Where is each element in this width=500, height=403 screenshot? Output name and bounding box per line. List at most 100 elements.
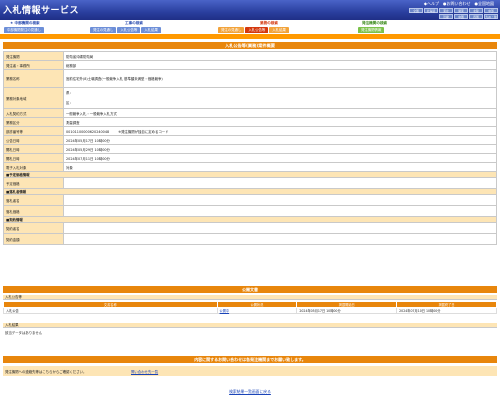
detail-row: 部診番号等 00101100000620240048 ※発注機関が独自に定めるコ… <box>3 126 497 136</box>
region-button[interactable]: 近畿 <box>439 14 453 19</box>
row-value: 宮前住宅外(8)土壌調査(一般競争入札 基準額未満型・価格競争) <box>63 69 497 88</box>
doc-status-link[interactable]: 公開中 <box>220 309 230 313</box>
row-label: 予定価格 <box>3 177 64 189</box>
table-row: 入札公告 公開中 2024年05月17日 10時00分 2024年07月10日 … <box>3 307 497 314</box>
tab-koji-koukoku[interactable]: 入札公告等 <box>117 27 141 33</box>
row-value: 防衛省沖縄防衛局 <box>63 51 497 61</box>
tab-koji-kekka[interactable]: 入札結果 <box>141 27 161 33</box>
gyomu-heading: 業務の検索 <box>260 21 278 25</box>
detail-row: 開札日時 2024年05月29日 10時00分 <box>3 144 497 154</box>
row-value: 2024年05月17日 10時00分 <box>63 135 497 145</box>
doc-status: 公開中 <box>216 307 298 314</box>
detail-row: 予定価格 <box>3 177 497 189</box>
row-value <box>63 194 497 206</box>
row-value: 一般競争入札・一般競争入札方式 <box>63 108 497 118</box>
tab-kikan-info[interactable]: 発注機関情報 <box>358 27 385 33</box>
row-label: 部診番号等 <box>3 126 64 136</box>
category-nav: ★ 中部機関の検索 中部機関発注の見通し 工事の検索 発注の見通し 入札公告等 … <box>0 20 500 35</box>
row-label: 発注機関 <box>3 51 64 61</box>
detail-row: 落札価格 <box>3 205 497 217</box>
region-buttons-bottom: 近畿 中国 四国 九州・沖縄 <box>439 14 498 24</box>
detail-row: 電子入札対象 対象 <box>3 162 497 172</box>
back-to-results-link[interactable]: 検索結果一覧画面に戻る <box>229 389 271 394</box>
row-label: 落札価格 <box>3 205 64 217</box>
search-heading: ★ 中部機関の検索 <box>10 21 40 25</box>
kikan-heading: 発注機関の検索 <box>362 21 388 25</box>
row-label: 開札日時 <box>3 144 64 154</box>
tab-chubu-outlook[interactable]: 中部機関発注の見通し <box>4 27 44 33</box>
tab-gyomu-koukoku[interactable]: 入札公告等 <box>245 27 269 33</box>
row-value: 総務部 <box>63 60 497 70</box>
row-value <box>63 177 497 189</box>
region-button[interactable]: 北陸 <box>469 8 483 13</box>
kekka-subheading: 入札結果 <box>3 323 497 328</box>
row-value: 2024年05月29日 10時00分 <box>63 144 497 154</box>
row-label: 業務区分 <box>3 117 64 127</box>
detail-row: 開札日時 2024年07月11日 10時00分 <box>3 153 497 163</box>
row-label: 契約金額 <box>3 233 64 245</box>
region-buttons-top: 全国 北海道 東北 関東 北陸 中部 <box>409 8 498 13</box>
header-bar: 入札情報サービス ◆ヘルプ ●お問い合わせ ●全国地図 全国 北海道 東北 関東… <box>0 0 500 24</box>
contact-link[interactable]: ●お問い合わせ <box>443 1 471 7</box>
contact-row: 発注機関への連絡先等はこちらからご確認ください。 問い合わせ先一覧 <box>3 366 497 376</box>
app-title: 入札情報サービス <box>3 6 80 16</box>
row-label: 発注者・事務所 <box>3 60 64 70</box>
region-button[interactable]: 中国 <box>454 14 468 19</box>
koji-heading: 工事の検索 <box>125 21 143 25</box>
kikan-tabs: 発注機関情報 <box>358 27 385 33</box>
page-title: 入札公告等(業務)案件概要 <box>3 42 497 49</box>
no-data-text: 該当データはありません <box>5 331 43 335</box>
region-button[interactable]: 中部 <box>484 8 498 13</box>
bukken-code-note: ※発注機関が独自に定めるコード <box>118 129 169 134</box>
region-button[interactable]: 四国 <box>469 14 483 19</box>
help-link[interactable]: ◆ヘルプ <box>424 1 439 7</box>
gyomu-tabs: 発注の見通し 入札公告等 入札結果 <box>218 27 289 33</box>
back-to-results: 検索結果一覧画面に戻る <box>0 389 500 395</box>
prefecture-value: 県： <box>66 91 73 95</box>
header-links: ◆ヘルプ ●お問い合わせ ●全国地図 <box>424 1 494 7</box>
detail-row: 発注者・事務所 総務部 <box>3 60 497 70</box>
detail-row: 入札契約方式 一般競争入札・一般競争入札方式 <box>3 108 497 118</box>
detail-row: 落札者名 <box>3 194 497 206</box>
row-value: 2024年07月11日 10時00分 <box>63 153 497 163</box>
detail-row: 発注機関 防衛省沖縄防衛局 <box>3 51 497 61</box>
contact-list-link[interactable]: 問い合わせ先一覧 <box>131 369 158 374</box>
detail-row: 契約金額 <box>3 233 497 245</box>
row-value <box>63 233 497 245</box>
doc-name: 入札公告 <box>3 307 218 314</box>
detail-table: 発注機関 防衛省沖縄防衛局 発注者・事務所 総務部 業務名称 宮前住宅外(8)土… <box>3 51 497 245</box>
region-button[interactable]: 九州・沖縄 <box>484 14 498 24</box>
detail-row: 契約者名 <box>3 222 497 234</box>
tab-koji-outlook[interactable]: 発注の見通し <box>90 27 117 33</box>
row-label: 落札者名 <box>3 194 64 206</box>
row-label: 業務対象地域 <box>3 87 64 109</box>
row-label: 開札日時 <box>3 153 64 163</box>
doc-end: 2024年07月10日 10時00分 <box>396 307 497 314</box>
region-button[interactable]: 関東 <box>454 8 468 13</box>
documents-heading: 公開文書 <box>3 286 497 293</box>
row-value: 県： 区： <box>63 87 497 109</box>
region-button[interactable]: 東北 <box>439 8 453 13</box>
detail-row: 公告日時 2024年05月17日 10時00分 <box>3 135 497 145</box>
bukken-code: 00101100000620240048 <box>66 129 110 134</box>
detail-row: 業務名称 宮前住宅外(8)土壌調査(一般競争入札 基準額未満型・価格競争) <box>3 69 497 88</box>
documents-table: 文書名称 公開状況 掲載開始日 掲載終了日 入札公告 公開中 2024年05月1… <box>3 301 497 314</box>
region-button[interactable]: 全国 <box>409 8 423 13</box>
row-label: 入札契約方式 <box>3 108 64 118</box>
row-label: 契約者名 <box>3 222 64 234</box>
ward-value: 区： <box>66 101 73 105</box>
contact-text: 発注機関への連絡先等はこちらからご確認ください。 <box>5 370 87 374</box>
row-value: 対象 <box>63 162 497 172</box>
region-button[interactable]: 北海道 <box>424 8 438 13</box>
detail-row: 業務区分 測量調査 <box>3 117 497 127</box>
nav-underline <box>0 34 500 39</box>
row-value <box>63 205 497 217</box>
contact-banner: 内容に関するお問い合わせは各発注機関までお願い致します。 <box>3 356 497 363</box>
map-link[interactable]: ●全国地図 <box>475 1 495 7</box>
tab-gyomu-outlook[interactable]: 発注の見通し <box>218 27 245 33</box>
row-label: 電子入札対象 <box>3 162 64 172</box>
tab-gyomu-kekka[interactable]: 入札結果 <box>269 27 289 33</box>
detail-row: 業務対象地域 県： 区： <box>3 87 497 109</box>
row-value <box>63 222 497 234</box>
row-label: 業務名称 <box>3 69 64 88</box>
